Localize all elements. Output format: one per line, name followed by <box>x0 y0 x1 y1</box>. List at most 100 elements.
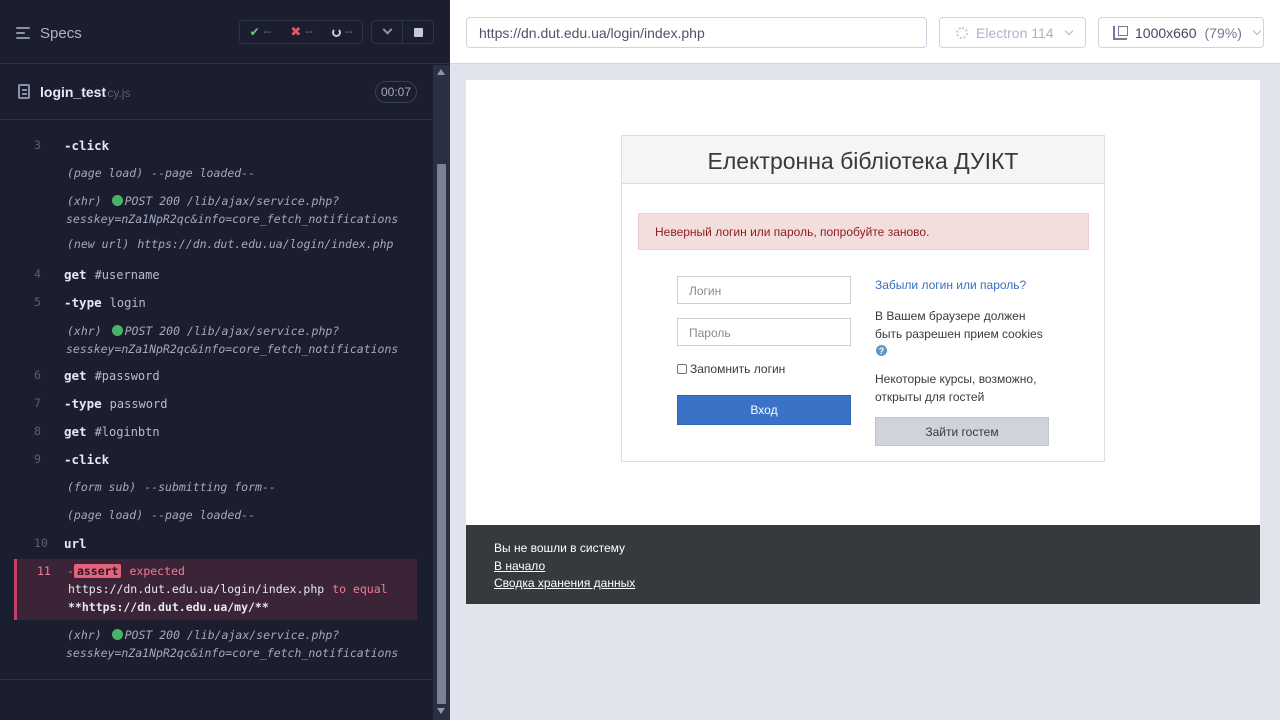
password-input[interactable]: Пароль <box>677 318 851 346</box>
browser-select[interactable]: Electron 114 <box>939 17 1086 48</box>
home-link[interactable]: В начало <box>494 558 1232 576</box>
command-event[interactable]: (page load) --page loaded-- <box>14 166 417 186</box>
scroll-down-arrow-icon[interactable] <box>437 708 445 714</box>
command-event[interactable]: (new url) https://dn.dut.edu.ua/login/ind… <box>14 237 417 257</box>
spec-row[interactable]: login_test .cy.js 00:07 <box>0 65 432 120</box>
command-event[interactable]: (page load) --page loaded-- <box>14 508 417 528</box>
stop-button[interactable] <box>402 21 433 43</box>
command-number: 3 <box>34 138 41 152</box>
command-name: -type login <box>64 295 146 310</box>
event-line: (form sub) --submitting form-- <box>67 480 276 494</box>
electron-icon <box>956 26 968 39</box>
command-url[interactable]: 10 url <box>14 536 417 556</box>
command-arg: #loginbtn <box>94 425 160 439</box>
event-type: (page load) <box>67 166 144 180</box>
pending-stat: -- <box>331 26 352 38</box>
aut-header: https://dn.dut.edu.ua/login/index.php El… <box>450 0 1280 64</box>
specs-button[interactable]: Specs <box>16 22 82 44</box>
spec-ext: .cy.js <box>104 86 131 100</box>
login-card: Електронна бібліотека ДУІКТ Неверный лог… <box>621 135 1105 462</box>
page-title: Електронна бібліотека ДУІКТ <box>622 136 1104 184</box>
page-footer: Вы не вошли в систему В начало Сводка хр… <box>466 525 1260 604</box>
command-event[interactable]: (xhr) POST 200 /lib/ajax/service.php? sess… <box>14 628 417 664</box>
test-stats: ✔ -- ✖ -- -- <box>239 20 363 44</box>
collapse-button[interactable] <box>372 21 402 43</box>
event-line: (page load) --page loaded-- <box>67 508 255 522</box>
login-button[interactable]: Вход <box>677 395 851 425</box>
assert-target: **https://dn.dut.edu.ua/my/** <box>68 600 269 614</box>
scrollbar-thumb[interactable] <box>437 164 446 704</box>
command-name: get #username <box>64 267 160 282</box>
command-event[interactable]: (form sub) --submitting form-- <box>14 480 417 500</box>
help-icon[interactable]: ? <box>876 345 887 356</box>
login-status: Вы не вошли в систему <box>494 541 626 555</box>
event-line: (xhr) POST 200 /lib/ajax/service.php? <box>67 324 339 338</box>
event-type: (xhr) <box>67 194 102 208</box>
status-dot-icon <box>111 629 123 640</box>
command-name: -click <box>64 138 109 153</box>
event-message: POST 200 /lib/ajax/service.php? <box>124 324 340 338</box>
command-number: 8 <box>34 424 41 438</box>
command-click[interactable]: 9 -click <box>14 452 417 472</box>
command-number: 4 <box>34 267 41 281</box>
command-assert-failed[interactable]: 11- assert expected https://dn.dut.edu.ua/l… <box>14 559 417 620</box>
username-input[interactable]: Логин <box>677 276 851 304</box>
chevron-down-icon <box>1252 26 1262 36</box>
forgot-password-link[interactable]: Забыли логин или пароль? <box>875 278 1026 292</box>
event-line: (new url) https://dn.dut.edu.ua/login/ind… <box>67 237 394 251</box>
event-line: (page load) --page loaded-- <box>67 166 255 180</box>
event-message: POST 200 /lib/ajax/service.php? <box>124 194 340 208</box>
failed-stat: ✖ -- <box>290 24 313 39</box>
command-name: url <box>64 536 87 551</box>
command-event[interactable]: (xhr) POST 200 /lib/ajax/service.php? sess… <box>14 324 417 360</box>
event-message-cont: sesskey=nZa1NpR2qc&info=core_fetch_notif… <box>66 212 399 226</box>
command-label: click <box>71 452 110 467</box>
assert-to-equal: to equal <box>332 582 388 596</box>
event-line: (xhr) POST 200 /lib/ajax/service.php? <box>67 628 339 642</box>
scroll-up-arrow-icon[interactable] <box>437 69 445 75</box>
command-arg: #password <box>94 369 160 383</box>
spinner-icon <box>331 27 341 37</box>
command-dash: - <box>64 138 72 153</box>
command-label: type <box>71 295 102 310</box>
guest-login-button[interactable]: Зайти гостем <box>875 417 1049 446</box>
viewport-select[interactable]: 1000x660 (79%) <box>1098 17 1264 48</box>
remember-checkbox[interactable] <box>677 364 687 374</box>
x-icon: ✖ <box>290 24 302 39</box>
command-arg: password <box>109 397 168 411</box>
command-dash: - <box>64 396 72 411</box>
event-type: (xhr) <box>67 324 102 338</box>
menu-icon <box>16 27 32 39</box>
remember-username[interactable]: Запомнить логин <box>677 362 785 376</box>
command-name: -click <box>64 452 109 467</box>
cookies-notice: В Вашем браузере должен быть разрешен пр… <box>875 309 1043 341</box>
command-label: type <box>71 396 102 411</box>
command-type[interactable]: 7 -type password <box>14 396 417 416</box>
command-click[interactable]: 3 -click <box>14 138 417 158</box>
event-message: --page loaded-- <box>151 508 256 522</box>
command-name: get #loginbtn <box>64 424 160 439</box>
event-type: (new url) <box>67 237 130 251</box>
viewport-icon <box>1113 25 1128 40</box>
file-icon <box>18 84 30 99</box>
specs-label: Specs <box>40 24 82 42</box>
command-event[interactable]: (xhr) POST 200 /lib/ajax/service.php? sess… <box>14 194 417 230</box>
viewport-size: 1000x660 <box>1135 24 1197 41</box>
command-get[interactable]: 8 get #loginbtn <box>14 424 417 444</box>
assert-line: - assert expected <box>67 564 185 578</box>
command-name: -type password <box>64 396 167 411</box>
remember-label: Запомнить логин <box>690 362 786 376</box>
command-get[interactable]: 6 get #password <box>14 368 417 388</box>
data-retention-link[interactable]: Сводка хранения данных <box>494 575 1232 593</box>
command-dash: - <box>64 295 72 310</box>
command-get[interactable]: 4 get #username <box>14 267 417 287</box>
command-type[interactable]: 5 -type login <box>14 295 417 315</box>
duration-badge: 00:07 <box>375 81 417 103</box>
passed-stat: ✔ -- <box>249 25 272 39</box>
command-name: get #password <box>64 368 160 383</box>
url-bar[interactable]: https://dn.dut.edu.ua/login/index.php <box>466 17 927 48</box>
assert-expected: expected <box>129 564 185 578</box>
stop-icon <box>413 27 423 37</box>
page-frame: Електронна бібліотека ДУІКТ Неверный лог… <box>466 80 1260 604</box>
event-line: (xhr) POST 200 /lib/ajax/service.php? <box>67 194 339 208</box>
